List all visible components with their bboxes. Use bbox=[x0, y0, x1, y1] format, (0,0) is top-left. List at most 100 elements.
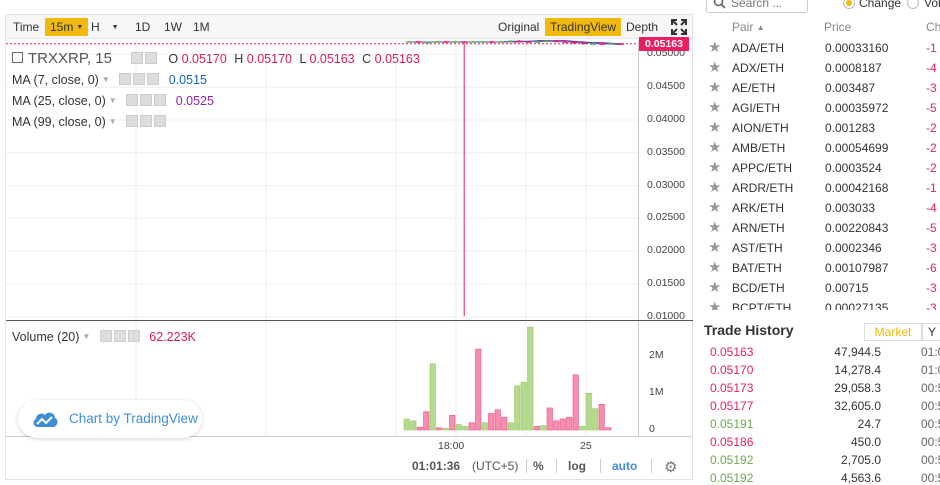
pair-name: AE/ETH bbox=[732, 81, 776, 95]
log-scale-button[interactable]: log bbox=[568, 459, 586, 473]
interval-1w-button[interactable]: 1W bbox=[159, 18, 187, 36]
chevron-down-icon[interactable]: ▼ bbox=[109, 96, 117, 105]
pair-name: ARN/ETH bbox=[732, 221, 785, 235]
pair-row[interactable]: ★ ADX/ETH 0.0008187 -4 bbox=[704, 58, 940, 78]
star-icon[interactable]: ★ bbox=[708, 118, 721, 138]
star-icon[interactable]: ★ bbox=[708, 258, 721, 278]
star-icon[interactable]: ★ bbox=[708, 158, 721, 178]
volume-bar bbox=[449, 415, 456, 431]
star-icon[interactable]: ★ bbox=[708, 58, 721, 78]
candle-body bbox=[617, 43, 624, 45]
pair-name: BCD/ETH bbox=[732, 281, 785, 295]
candle-body bbox=[525, 41, 532, 43]
pair-row[interactable]: ★ AION/ETH 0.001283 -2 bbox=[704, 118, 940, 138]
close-icon[interactable] bbox=[154, 94, 167, 106]
collapse-icon[interactable] bbox=[12, 52, 23, 63]
settings-icon[interactable] bbox=[140, 115, 153, 127]
eye-icon[interactable] bbox=[130, 52, 143, 64]
price-column-header[interactable]: Price bbox=[824, 20, 851, 34]
interval-1m-button[interactable]: 1M bbox=[188, 18, 215, 36]
star-icon[interactable]: ★ bbox=[708, 298, 721, 310]
pair-row[interactable]: ★ ARN/ETH 0.00220843 -5 bbox=[704, 218, 940, 238]
pair-row[interactable]: ★ AGI/ETH 0.00035972 -5 bbox=[704, 98, 940, 118]
change-column-header[interactable]: Ch bbox=[926, 20, 940, 34]
pair-row[interactable]: ★ ADA/ETH 0.00033160 -1 bbox=[704, 38, 940, 58]
pair-list[interactable]: ★ ADA/ETH 0.00033160 -1 ★ ADX/ETH 0.0008187 -4 ★… bbox=[704, 38, 940, 310]
trade-row: 0.05192 4,563.6 00:5 bbox=[704, 469, 940, 485]
trade-time: 01:0 bbox=[921, 363, 940, 377]
gear-icon[interactable]: ⚙ bbox=[664, 458, 677, 476]
star-icon[interactable]: ★ bbox=[708, 238, 721, 258]
view-tradingview-button[interactable]: TradingView bbox=[545, 18, 622, 36]
star-icon[interactable]: ★ bbox=[708, 78, 721, 98]
tradingview-logo[interactable]: Chart by TradingView bbox=[18, 400, 202, 438]
pair-column-header[interactable]: Pair ▲ bbox=[732, 20, 765, 34]
close-icon[interactable] bbox=[147, 73, 160, 85]
pair-row[interactable]: ★ AST/ETH 0.0002346 -3 bbox=[704, 238, 940, 258]
view-depth-button[interactable]: Depth bbox=[621, 18, 663, 36]
pair-name: AION/ETH bbox=[732, 121, 789, 135]
time-tick: 18:00 bbox=[438, 440, 465, 452]
trade-row: 0.05163 47,944.5 01:0 bbox=[704, 343, 940, 361]
settings-icon[interactable] bbox=[140, 94, 153, 106]
pair-name: AMB/ETH bbox=[732, 141, 786, 155]
pair-row[interactable]: ★ APPC/ETH 0.0003524 -2 bbox=[704, 158, 940, 178]
pair-search[interactable] bbox=[706, 0, 808, 13]
close-icon[interactable] bbox=[154, 115, 167, 127]
candle-body bbox=[580, 42, 587, 45]
interval-15m-button[interactable]: 15m ▼ bbox=[45, 18, 89, 36]
fullscreen-icon[interactable] bbox=[670, 18, 688, 36]
star-icon[interactable]: ★ bbox=[708, 98, 721, 118]
volume-bar bbox=[546, 407, 553, 431]
pair-row[interactable]: ★ BAT/ETH 0.00107987 -6 bbox=[704, 258, 940, 278]
star-icon[interactable]: ★ bbox=[708, 38, 721, 58]
star-icon[interactable]: ★ bbox=[708, 218, 721, 238]
star-icon[interactable]: ★ bbox=[708, 178, 721, 198]
volume-radio[interactable] bbox=[907, 0, 919, 9]
auto-scale-button[interactable]: auto bbox=[612, 459, 637, 473]
pair-change: -3 bbox=[926, 301, 937, 310]
eye-icon[interactable] bbox=[99, 330, 112, 342]
volume-bar bbox=[527, 326, 534, 431]
settings-icon[interactable] bbox=[113, 330, 126, 342]
change-radio[interactable] bbox=[843, 0, 855, 9]
search-input[interactable] bbox=[731, 0, 805, 11]
pair-row[interactable]: ★ ARK/ETH 0.003033 -4 bbox=[704, 198, 940, 218]
percent-button[interactable]: % bbox=[533, 459, 544, 473]
eye-icon[interactable] bbox=[119, 73, 132, 85]
trade-price: 0.05173 bbox=[710, 381, 754, 395]
settings-icon[interactable] bbox=[144, 52, 157, 64]
interval-hour-dropdown[interactable]: H ▼ bbox=[86, 18, 126, 36]
pair-row[interactable]: ★ BCD/ETH 0.00715 -3 bbox=[704, 278, 940, 298]
tab-my-trades[interactable]: Y bbox=[922, 323, 940, 341]
time-axis[interactable]: 18:00 25 bbox=[6, 436, 693, 454]
volume-bar bbox=[488, 413, 495, 431]
eye-icon[interactable] bbox=[126, 115, 139, 127]
ohlc-close-key: C bbox=[362, 52, 372, 66]
chevron-down-icon[interactable]: ▼ bbox=[102, 75, 110, 84]
last-price-tag: 0.05163 bbox=[639, 36, 689, 51]
pair-header-label: Pair bbox=[732, 20, 754, 34]
chevron-down-icon[interactable]: ▼ bbox=[109, 117, 117, 126]
pair-price: 0.0008187 bbox=[825, 61, 882, 75]
divider bbox=[651, 459, 652, 473]
price-axis[interactable]: 0.05000 0.04500 0.04000 0.03500 0.03000 0.025… bbox=[638, 40, 693, 322]
settings-icon[interactable] bbox=[133, 73, 146, 85]
close-icon[interactable] bbox=[127, 330, 140, 342]
star-icon[interactable]: ★ bbox=[708, 198, 721, 218]
ohlc-close-value: 0.05163 bbox=[374, 52, 420, 66]
chevron-down-icon[interactable]: ▼ bbox=[82, 332, 90, 341]
timezone-button[interactable]: (UTC+5) bbox=[472, 459, 518, 473]
tab-market-trades[interactable]: Market bbox=[864, 323, 922, 341]
pair-row[interactable]: ★ AE/ETH 0.003487 -3 bbox=[704, 78, 940, 98]
star-icon[interactable]: ★ bbox=[708, 138, 721, 158]
pair-row[interactable]: ★ BCPT/ETH 0.00027135 -3 bbox=[704, 298, 940, 310]
trade-amount: 450.0 bbox=[850, 435, 881, 449]
pair-row[interactable]: ★ AMB/ETH 0.00054699 -2 bbox=[704, 138, 940, 158]
interval-1d-button[interactable]: 1D bbox=[130, 18, 155, 36]
eye-icon[interactable] bbox=[126, 94, 139, 106]
view-original-button[interactable]: Original bbox=[493, 18, 544, 36]
pair-row[interactable]: ★ ARDR/ETH 0.00042168 -1 bbox=[704, 178, 940, 198]
star-icon[interactable]: ★ bbox=[708, 278, 721, 298]
volume-axis[interactable]: 2M 1M 0 bbox=[638, 321, 693, 436]
